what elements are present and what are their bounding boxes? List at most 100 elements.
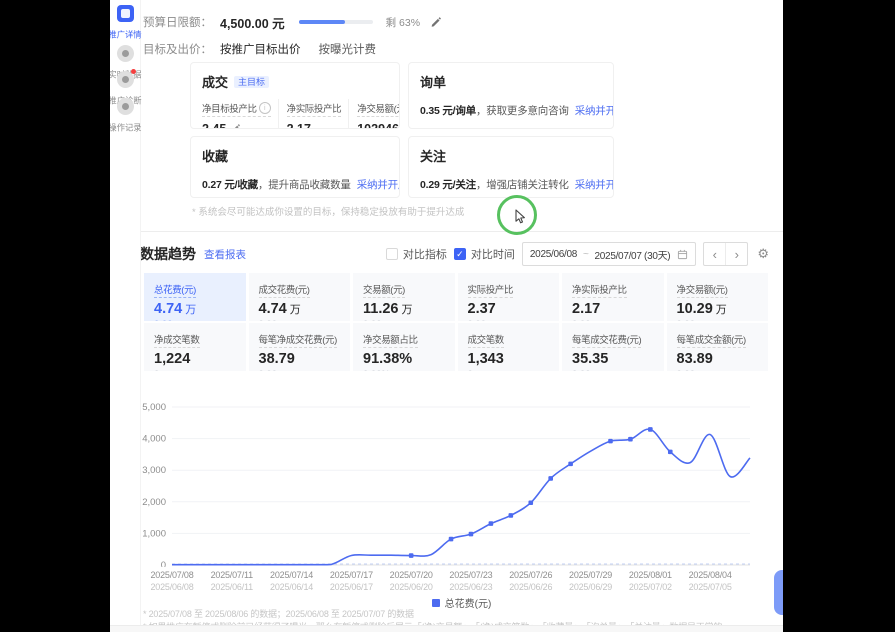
goal-note: * 系统会尽可能达成你设置的目标，保持稳定投放有助于提升达成: [192, 207, 465, 218]
metric-tile-compare-value: 0.00: [154, 319, 236, 321]
metric-tile-2[interactable]: 成交花费(元) 4.74万0.00: [248, 273, 350, 321]
metric-tile-7[interactable]: 净成交笔数 1,2240: [144, 323, 246, 371]
tab-bid-by-goal[interactable]: 按推广目标出价: [220, 41, 301, 57]
sidebar-item-1[interactable]: 推广详情: [110, 5, 155, 41]
compare-time-checkbox[interactable]: [453, 248, 466, 260]
diagnose-icon: [116, 69, 136, 88]
metric-tile-value: 10.29 万: [676, 301, 727, 318]
tab-bid-by-impression[interactable]: 按曝光计费: [319, 41, 377, 57]
goal-metric-3: 净交易额(元) 102946.60: [348, 99, 399, 128]
goal-cards-grid: 成交主目标净目标投产比i 2.45 净实际投产比 2.17 净交易额(元) 102946.…: [190, 62, 783, 198]
adopt-enable-link[interactable]: 采纳并开启: [575, 105, 613, 117]
x-tick-compare-label: 2025/07/05: [688, 582, 732, 592]
adopt-enable-link[interactable]: 采纳并开启: [357, 179, 399, 191]
goal-metric-value: 2.45: [202, 122, 271, 128]
metric-tile-4[interactable]: 实际投产比 2.370.00: [457, 273, 559, 321]
metric-tile-11[interactable]: 每笔成交花费(元) 35.350.00: [562, 323, 664, 371]
metric-tile-unit: 万: [401, 304, 413, 317]
metric-tile-12[interactable]: 每笔成交金额(元) 83.890.00: [666, 323, 768, 371]
metric-tile-compare-value: 0.00: [572, 369, 654, 371]
date-range-input[interactable]: 2025/06/08 ~ 2025/07/07 (30天): [521, 242, 697, 266]
goal-card-title-row: 收藏: [202, 146, 388, 166]
metric-tile-8[interactable]: 每笔净成交花费(元) 38.790.00: [248, 323, 350, 371]
legend-label: 总花费(元): [444, 599, 492, 610]
metric-tile-label: 成交花费(元): [258, 285, 310, 299]
goal-card-title: 关注: [420, 149, 447, 164]
metric-tile-5[interactable]: 净实际投产比 2.170.00: [562, 273, 664, 321]
budget-slider-fill: [298, 20, 346, 24]
campaign-detail-page: 推广详情实时数据推广诊断操作记录 预算日限额： 4,500.00 元 剩 63%…: [110, 0, 783, 632]
metric-tile-3[interactable]: 交易额(元) 11.26万0.00: [353, 273, 455, 321]
goal-card-desc-text: ，提升商品收藏数量: [257, 179, 351, 191]
line-chart-svg: 0 1,000 2,000 3,000 4,000 5,000: [142, 402, 751, 567]
metric-tile-10[interactable]: 成交笔数 1,3430: [457, 323, 559, 371]
budget-slider[interactable]: [298, 20, 373, 24]
compare-metric-label: 对比指标: [402, 249, 447, 261]
metric-tile-compare-value: 0.00: [677, 369, 759, 371]
metric-tile-compare-value: 0.00: [259, 369, 341, 371]
x-tick-label: 2025/08/04: [688, 570, 732, 580]
metric-tile-value: 11.26 万: [363, 301, 413, 318]
metric-tile-compare-value: 0.00: [468, 319, 550, 321]
metric-tile-label: 净实际投产比: [572, 285, 627, 299]
next-period-button[interactable]: [725, 243, 747, 265]
trend-title: 数据趋势: [140, 246, 196, 262]
metric-tiles-grid: 总花费(元)4.74万0.00成交花费(元)4.74万0.00交易额(元)11.…: [144, 273, 768, 371]
period-pager: [703, 242, 749, 266]
trend-header: 数据趋势 查看报表 对比指标 对比时间 2025/06/08 ~ 2025/07…: [140, 241, 783, 267]
edit-goal-icon[interactable]: [230, 124, 241, 128]
view-report-link[interactable]: 查看报表: [204, 247, 246, 262]
calendar-icon: [677, 249, 688, 260]
metric-tile-value: 4.74 万: [258, 301, 301, 318]
date-range-start: 2025/06/08: [529, 248, 577, 260]
section-divider: [140, 231, 783, 232]
metric-tile-value: 38.79: [258, 351, 295, 368]
adopt-enable-link[interactable]: 采纳并开启: [575, 179, 613, 191]
metric-tile-compare-value: 0.00: [363, 319, 445, 321]
compare-metric-checkbox[interactable]: [385, 248, 398, 260]
goal-card-desc: 0.29 元/关注，增强店铺关注转化采纳并开启: [420, 177, 613, 192]
metric-tile-compare-value: 0.00%: [363, 369, 445, 371]
metric-tile-compare-value: 0.00: [677, 319, 759, 321]
mini-sidebar: 推广详情实时数据推广诊断操作记录: [110, 0, 142, 632]
info-icon[interactable]: i: [258, 102, 271, 114]
floating-panel-handle[interactable]: [774, 570, 783, 615]
goal-metric-label: 净目标投产比 i: [202, 101, 271, 117]
goal-metric-1: 净目标投产比 i 2.45: [202, 99, 278, 128]
metric-tile-compare-value: 0: [468, 369, 550, 371]
metric-tile-label: 实际投产比: [467, 285, 513, 299]
svg-text:4,000: 4,000: [142, 434, 166, 445]
svg-text:3,000: 3,000: [142, 465, 166, 476]
sidebar-item-4[interactable]: 操作记录: [110, 98, 155, 134]
metric-tile-label: 每笔成交金额(元): [676, 335, 746, 349]
edit-budget-icon[interactable]: [430, 16, 441, 28]
metric-tile-unit: 万: [185, 304, 197, 317]
metric-tile-1[interactable]: 总花费(元) 4.74万0.00: [144, 273, 246, 321]
goal-card-price: 0.35 元/询单: [420, 105, 476, 117]
metric-tile-label: 成交笔数: [467, 335, 504, 349]
svg-text:2,000: 2,000: [142, 497, 166, 508]
metric-tile-6[interactable]: 净交易额(元) 10.29万0.00: [666, 273, 768, 321]
notification-badge-dot: [130, 69, 136, 74]
metric-tile-value: 1,343: [467, 351, 504, 368]
goal-card-price: 0.27 元/收藏: [202, 179, 258, 191]
metric-tile-9[interactable]: 净交易额占比 91.38%0.00%: [353, 323, 455, 371]
metric-tile-unit: 万: [715, 304, 727, 317]
goal-card-title: 成交: [202, 75, 229, 90]
sidebar-item-label: 操作记录: [110, 123, 142, 133]
metric-tile-value: 2.17: [572, 301, 601, 318]
goal-metric-value: 2.17: [286, 122, 311, 129]
bidding-row: 目标及出价： 按推广目标出价 按曝光计费: [143, 40, 783, 57]
metric-tile-value: 1,224: [154, 351, 191, 368]
primary-goal-badge: 主目标: [234, 76, 270, 88]
goal-card-title-row: 成交 主目标: [202, 72, 388, 92]
settings-gear-icon[interactable]: [757, 246, 769, 262]
prev-period-button[interactable]: [704, 243, 725, 265]
metric-tile-label: 每笔成交花费(元): [572, 335, 642, 349]
metric-tile-compare-value: 0.00: [572, 319, 654, 321]
campaign-detail-icon: [116, 5, 134, 22]
metric-tile-label: 净交易额(元): [676, 285, 728, 299]
goal-metric-2: 净实际投产比 2.17: [277, 99, 349, 129]
goal-card-title-row: 询单: [420, 72, 602, 92]
metric-tile-label: 净成交笔数: [154, 335, 200, 349]
